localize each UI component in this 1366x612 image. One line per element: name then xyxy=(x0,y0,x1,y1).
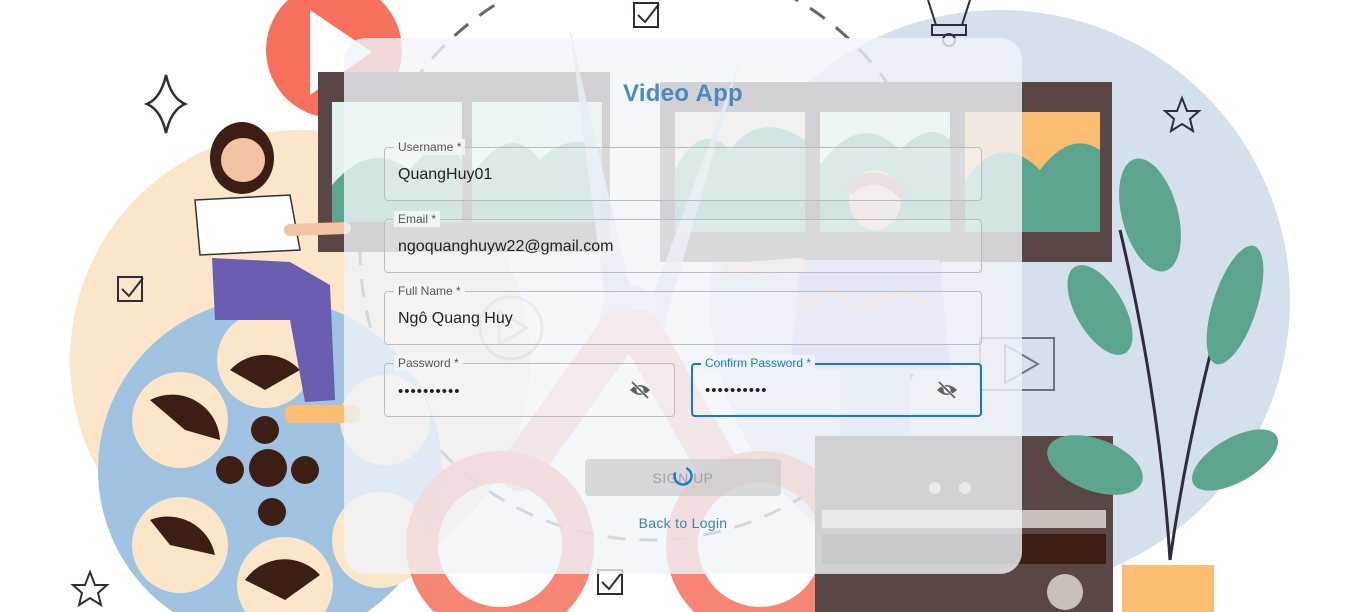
confirm-password-label: Confirm Password * xyxy=(701,355,816,371)
email-field[interactable]: Email * ngoquanghuyw22@gmail.com xyxy=(384,211,982,273)
loading-spinner-icon xyxy=(673,466,693,486)
email-label: Email * xyxy=(394,211,441,227)
password-value: •••••••••• xyxy=(398,383,461,400)
eye-off-icon[interactable] xyxy=(935,380,959,400)
email-value: ngoquanghuyw22@gmail.com xyxy=(398,238,614,255)
password-field[interactable]: Password * •••••••••• xyxy=(384,355,675,417)
confirm-password-value: •••••••••• xyxy=(705,382,768,399)
full-name-value: Ngô Quang Huy xyxy=(398,310,513,327)
password-label: Password * xyxy=(394,355,463,371)
back-to-login-link[interactable]: Back to Login xyxy=(0,515,1366,531)
full-name-label: Full Name * xyxy=(394,283,465,299)
username-label: Username * xyxy=(394,139,466,155)
app-title: Video App xyxy=(622,80,744,107)
star-illustration xyxy=(70,569,110,608)
eye-off-icon[interactable] xyxy=(628,380,652,400)
confirm-password-field[interactable]: Confirm Password * •••••••••• xyxy=(691,355,982,417)
full-name-field[interactable]: Full Name * Ngô Quang Huy xyxy=(384,283,982,345)
sign-up-button[interactable]: SIGN UP xyxy=(585,459,781,496)
username-value: QuangHuy01 xyxy=(398,166,493,183)
username-field[interactable]: Username * QuangHuy01 xyxy=(384,139,982,201)
